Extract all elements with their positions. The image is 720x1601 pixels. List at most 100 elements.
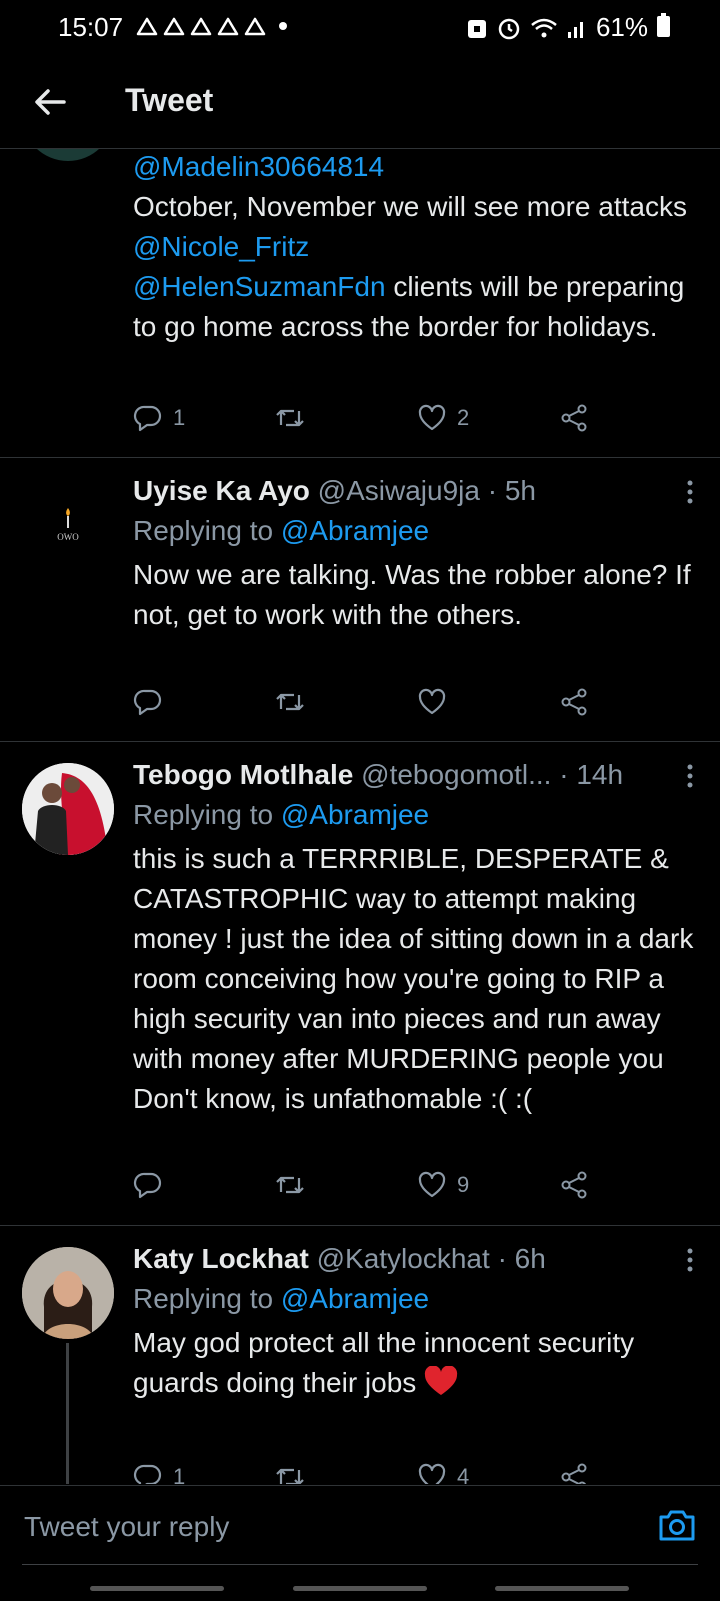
like-button[interactable]: 9: [417, 1170, 469, 1200]
replying-mention[interactable]: @Abramjee: [281, 515, 429, 546]
avatar-text: OWO: [57, 532, 79, 542]
replying-label: Replying to: [133, 799, 281, 830]
more-icon[interactable]: [686, 1247, 694, 1273]
reply-button[interactable]: [133, 687, 173, 717]
tweet[interactable]: @Madelin30664814 October, November we wi…: [0, 149, 720, 458]
notification-icon: [244, 15, 266, 37]
tweet-time: · 5h: [487, 475, 536, 506]
avatar-photo: [22, 1247, 114, 1339]
tweet[interactable]: OWO Uyise Ka Ayo @Asiwaju9ja · 5h Replyi…: [0, 457, 720, 742]
tweet-text-body: May god protect all the innocent securit…: [133, 1327, 635, 1398]
like-button[interactable]: 4: [417, 1462, 469, 1484]
reply-bar: [0, 1485, 720, 1601]
mention-link[interactable]: @Nicole_Fritz: [133, 231, 309, 262]
divider: [22, 1564, 698, 1565]
like-icon: [418, 404, 446, 431]
author-name[interactable]: Uyise Ka Ayo: [133, 475, 310, 506]
nav-home-handle[interactable]: [293, 1586, 427, 1591]
replying-to: Replying to @Abramjee: [133, 1279, 700, 1319]
replying-mention[interactable]: @Abramjee: [281, 1283, 429, 1314]
nav-back-handle[interactable]: [495, 1586, 629, 1591]
share-button[interactable]: [559, 403, 589, 433]
reply-button[interactable]: 1: [133, 403, 185, 433]
share-icon: [561, 688, 587, 716]
tweet-text: @Madelin30664814 October, November we wi…: [133, 149, 700, 347]
retweet-button[interactable]: [274, 687, 306, 717]
author-handle[interactable]: @Katylockhat: [317, 1243, 490, 1274]
tweet-actions: 1 2: [133, 403, 613, 443]
top-bar: Tweet: [0, 60, 720, 149]
tweet-actions: 9: [133, 1170, 613, 1210]
data-saver-icon: [467, 19, 486, 38]
retweet-button[interactable]: [274, 1170, 306, 1200]
reply-count: 1: [173, 1464, 186, 1484]
mention-link[interactable]: @Madelin30664814: [133, 151, 384, 182]
reply-input[interactable]: [22, 1486, 610, 1568]
avatar[interactable]: [22, 763, 114, 855]
tweet[interactable]: Katy Lockhat @Katylockhat · 6h Replying …: [0, 1225, 720, 1484]
page-title: Tweet: [125, 82, 214, 118]
share-icon: [561, 1171, 587, 1199]
tweet-text-part: October, November we will see more attac…: [133, 191, 687, 222]
share-button[interactable]: [559, 1462, 589, 1484]
tweet[interactable]: Tebogo Motlhale @tebogomotl... · 14h Rep…: [0, 741, 720, 1226]
author-name[interactable]: Katy Lockhat: [133, 1243, 309, 1274]
tweet-content: Katy Lockhat @Katylockhat · 6h Replying …: [133, 1239, 700, 1403]
like-button[interactable]: 2: [417, 403, 469, 433]
avatar[interactable]: [22, 1247, 114, 1339]
mention-link[interactable]: @HelenSuzmanFdn: [133, 271, 386, 302]
tweet-thread: @Madelin30664814 October, November we wi…: [0, 149, 720, 1484]
like-count: 4: [457, 1464, 470, 1484]
back-arrow-icon[interactable]: [30, 82, 70, 122]
nav-recents-handle[interactable]: [90, 1586, 224, 1591]
replying-label: Replying to: [133, 515, 281, 546]
tweet-header: Tebogo Motlhale @tebogomotl... · 14h: [133, 755, 700, 795]
reply-icon: [133, 1464, 162, 1484]
retweet-icon: [276, 1468, 304, 1484]
replying-to: Replying to @Abramjee: [133, 795, 700, 835]
battery-percent: 61%: [595, 12, 648, 42]
dot-icon: [279, 22, 287, 30]
more-icon[interactable]: [686, 763, 694, 789]
share-icon: [561, 404, 587, 432]
retweet-icon: [276, 693, 304, 711]
avatar[interactable]: OWO: [22, 479, 114, 571]
tweet-content: Uyise Ka Ayo @Asiwaju9ja · 5h Replying t…: [133, 471, 700, 635]
like-button[interactable]: [417, 687, 457, 717]
avatar[interactable]: [22, 149, 114, 161]
reply-button[interactable]: [133, 1170, 173, 1200]
alarm-icon: [498, 18, 520, 39]
tweet-content: @Madelin30664814 October, November we wi…: [133, 149, 700, 347]
wifi-icon: [531, 18, 557, 37]
notification-icon: [217, 15, 239, 37]
reply-count: 1: [173, 405, 186, 430]
share-button[interactable]: [559, 1170, 589, 1200]
tweet-text: May god protect all the innocent securit…: [133, 1323, 700, 1403]
thread-line: [66, 1343, 69, 1484]
author-handle[interactable]: @Asiwaju9ja: [318, 475, 480, 506]
retweet-button[interactable]: [274, 1462, 306, 1484]
more-icon[interactable]: [686, 479, 694, 505]
author-name[interactable]: Tebogo Motlhale: [133, 759, 353, 790]
share-icon: [561, 1463, 587, 1484]
retweet-button[interactable]: [274, 403, 306, 433]
replying-mention[interactable]: @Abramjee: [281, 799, 429, 830]
tweet-header: Uyise Ka Ayo @Asiwaju9ja · 5h: [133, 471, 700, 511]
reply-icon: [133, 689, 162, 716]
tweet-header: Katy Lockhat @Katylockhat · 6h: [133, 1239, 700, 1279]
reply-button[interactable]: 1: [133, 1462, 185, 1484]
tweet-time: · 6h: [497, 1243, 546, 1274]
tweet-actions: 1 4: [133, 1462, 613, 1484]
signal-icon: [567, 21, 583, 38]
tweet-text: this is such a TERRRIBLE, DESPERATE & CA…: [133, 843, 694, 1114]
camera-icon[interactable]: [656, 1504, 698, 1546]
share-button[interactable]: [559, 687, 589, 717]
author-handle[interactable]: @tebogomotl...: [361, 759, 551, 790]
like-count: 2: [457, 405, 470, 430]
notification-icon: [163, 15, 185, 37]
like-icon: [418, 688, 446, 715]
like-icon: [418, 1171, 446, 1198]
like-icon: [418, 1463, 446, 1484]
tweet-time: · 14h: [559, 759, 624, 790]
notification-icon: [136, 15, 158, 37]
